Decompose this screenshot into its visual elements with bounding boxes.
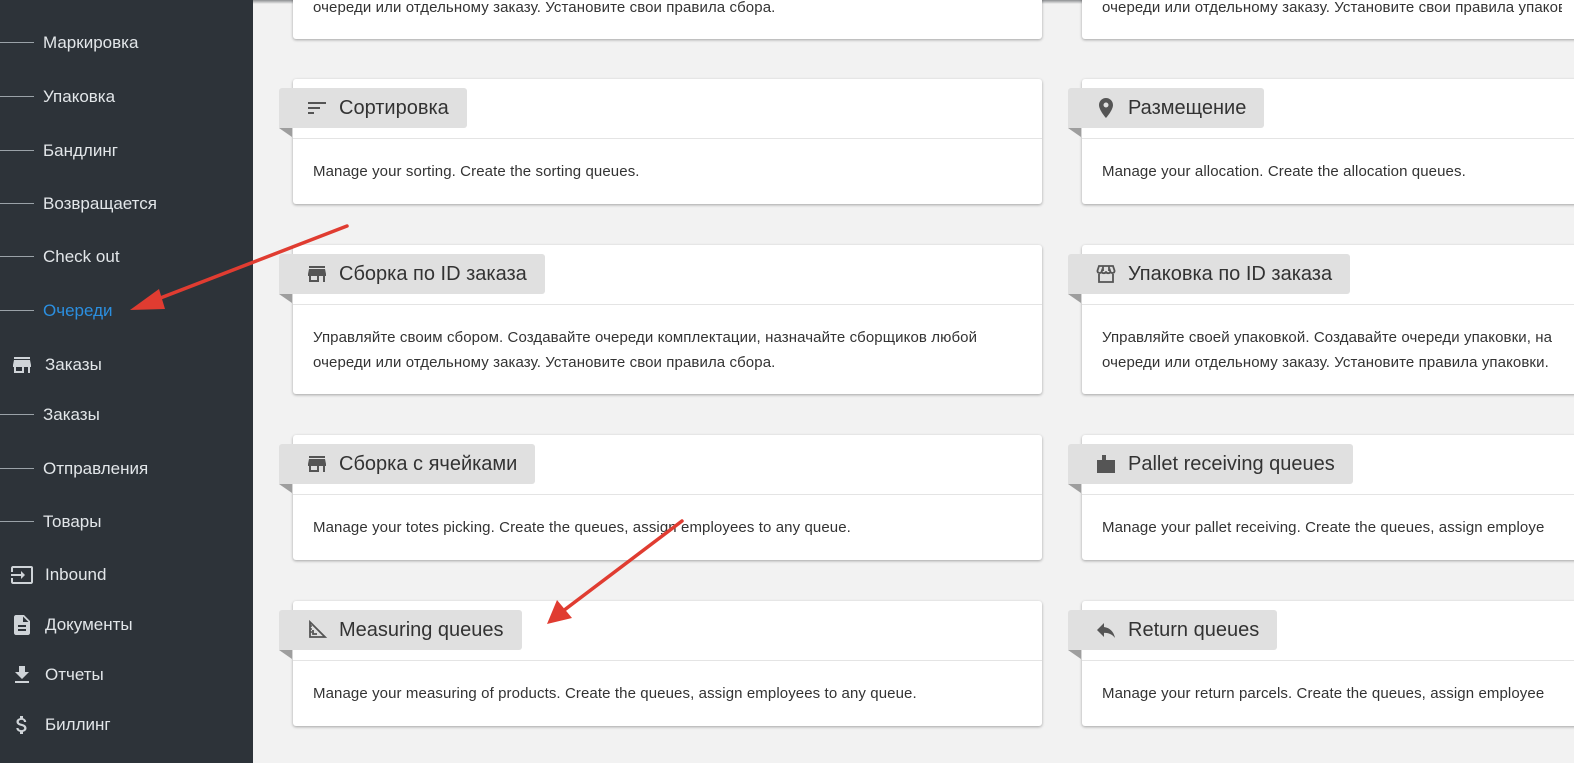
card-description-line-2: очереди или отдельному заказу. Установит… (1102, 354, 1549, 371)
card-packing-partial[interactable]: очереди или отдельному заказу. Установит… (1082, 0, 1574, 39)
tree-dash (0, 96, 34, 97)
card-description: Manage your return parcels. Create the q… (1102, 685, 1545, 702)
card-description: очереди или отдельному заказу. Установит… (1102, 0, 1562, 16)
sidebar-item-orders[interactable]: Заказы (0, 400, 253, 430)
card-header-returns[interactable]: Return queues (1068, 610, 1278, 659)
card-description-line-2: очереди или отдельному заказу. Установит… (313, 354, 776, 371)
sidebar: Маркировка Упаковка Бандлинг Возвращаетс… (0, 0, 253, 763)
sidebar-item-check-out[interactable]: Check out (0, 242, 253, 272)
card-description-line-1: Управляйте своим сбором. Создавайте очер… (313, 329, 978, 346)
sidebar-item-label: Документы (45, 615, 133, 634)
card-divider (293, 660, 1042, 661)
tree-dash (0, 414, 34, 415)
tree-dash (0, 256, 34, 257)
card-title: Return queues (1128, 618, 1260, 641)
card-description: Manage your pallet receiving. Create the… (1102, 519, 1545, 536)
store-icon (13, 357, 31, 373)
card-header-allocation[interactable]: Размещение (1068, 88, 1265, 137)
tree-dash (0, 521, 34, 522)
sidebar-section-documents[interactable]: Документы (0, 610, 253, 640)
sidebar-section-inbound[interactable]: Inbound (0, 560, 253, 590)
card-divider (293, 494, 1042, 495)
card-description: Manage your totes picking. Create the qu… (313, 519, 851, 536)
card-title: Сортировка (339, 96, 449, 119)
card-title: Упаковка по ID заказа (1128, 262, 1333, 285)
card-header-sorting[interactable]: Сортировка (279, 88, 467, 137)
sidebar-item-label: Check out (43, 247, 120, 266)
tree-dash (0, 150, 34, 151)
sidebar-item-label: Отчеты (45, 665, 104, 684)
sidebar-item-label: Очереди (43, 301, 113, 320)
card-description: Manage your sorting. Create the sorting … (313, 163, 640, 180)
sidebar-item-label: Заказы (43, 405, 100, 424)
card-header-measuring[interactable]: Measuring queues (279, 610, 522, 659)
sidebar-item-label: Inbound (45, 565, 107, 584)
sidebar-item-label: Отправления (43, 459, 149, 478)
card-description: Manage your allocation. Create the alloc… (1102, 163, 1466, 180)
login-icon (11, 566, 33, 584)
download-icon (15, 666, 29, 683)
sidebar-item-bundling[interactable]: Бандлинг (0, 136, 253, 166)
card-divider (1082, 304, 1574, 305)
card-divider (293, 304, 1042, 305)
card-title: Сборка по ID заказа (339, 262, 527, 285)
card-title: Measuring queues (339, 618, 504, 641)
store-icon (308, 266, 326, 282)
sidebar-item-packing[interactable]: Упаковка (0, 82, 253, 112)
card-divider (1082, 494, 1574, 495)
card-description: очереди или отдельному заказу. Установит… (313, 0, 776, 16)
sidebar-section-orders[interactable]: Заказы (0, 350, 253, 380)
sidebar-item-marking[interactable]: Маркировка (0, 28, 253, 58)
card-title: Размещение (1128, 96, 1247, 119)
sidebar-item-shipments[interactable]: Отправления (0, 454, 253, 484)
card-title: Сборка с ячейками (339, 452, 518, 475)
sidebar-item-returns[interactable]: Возвращается (0, 189, 253, 219)
card-picking-partial[interactable]: очереди или отдельному заказу. Установит… (293, 0, 1042, 39)
card-divider (1082, 138, 1574, 139)
tree-dash (0, 468, 34, 469)
pallet-box-icon (1097, 455, 1115, 473)
card-header-picking-by-order[interactable]: Сборка по ID заказа (279, 254, 545, 303)
sidebar-item-label: Упаковка (43, 87, 116, 106)
sidebar-item-label: Бандлинг (43, 141, 118, 160)
card-divider (293, 138, 1042, 139)
card-description-line-1: Управляйте своей упаковкой. Создавайте о… (1102, 329, 1553, 346)
square-foot-icon (309, 619, 328, 638)
location-pin-icon (1099, 98, 1113, 118)
sidebar-item-label: Маркировка (43, 33, 139, 52)
sidebar-item-queues[interactable]: Очереди (0, 296, 253, 326)
reply-icon (1097, 623, 1115, 638)
sidebar-section-reports[interactable]: Отчеты (0, 660, 253, 690)
tree-dash (0, 42, 34, 43)
sidebar-item-label: Заказы (45, 355, 102, 374)
storefront-icon (1096, 265, 1116, 283)
card-header-packing-by-order[interactable]: Упаковка по ID заказа (1068, 254, 1351, 303)
tree-dash (0, 203, 34, 204)
card-title: Pallet receiving queues (1128, 452, 1335, 475)
dollar-icon (16, 716, 27, 734)
card-description: Manage your measuring of products. Creat… (313, 685, 917, 702)
sidebar-item-label: Возвращается (43, 194, 157, 213)
sidebar-item-label: Биллинг (45, 715, 111, 734)
store-icon (308, 456, 326, 472)
card-header-pallet-receiving[interactable]: Pallet receiving queues (1068, 444, 1353, 493)
tree-dash (0, 310, 34, 311)
document-icon (14, 615, 30, 635)
sidebar-section-billing[interactable]: Биллинг (0, 710, 253, 740)
sidebar-item-products[interactable]: Товары (0, 507, 253, 537)
card-divider (1082, 660, 1574, 661)
sort-icon (308, 102, 326, 114)
sidebar-item-label: Товары (43, 512, 102, 531)
card-header-totes-picking[interactable]: Сборка с ячейками (279, 444, 536, 493)
